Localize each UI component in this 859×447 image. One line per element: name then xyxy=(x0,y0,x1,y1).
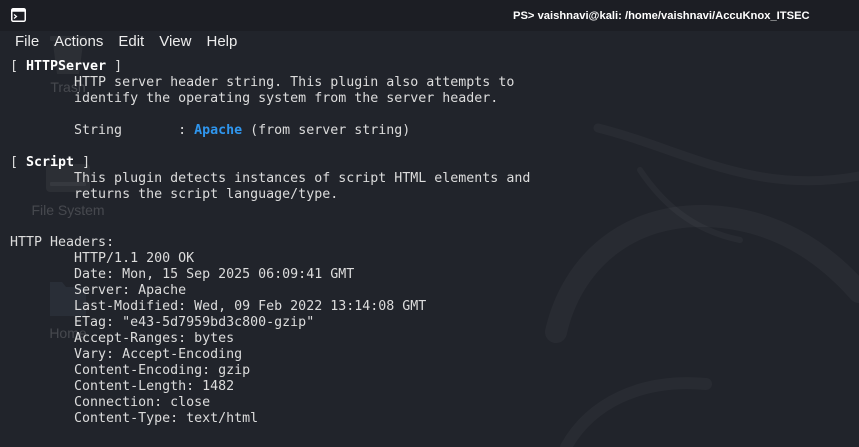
menu-file[interactable]: File xyxy=(15,31,39,53)
window-title: PS> vaishnavi@kali: /home/vaishnavi/Accu… xyxy=(513,10,810,22)
menu-help[interactable]: Help xyxy=(206,31,237,53)
field-value: Apache xyxy=(194,123,243,138)
bracket-close: ] xyxy=(82,155,91,170)
plugin-description-line: returns the script language/type. xyxy=(10,187,850,203)
header-line: Content-Length: 1482 xyxy=(10,379,850,395)
terminal-icon xyxy=(11,8,26,22)
field-note: (from server string) xyxy=(250,123,411,138)
header-text: Accept-Ranges: bytes xyxy=(74,331,235,346)
headers-title-text: HTTP Headers: xyxy=(10,235,115,250)
plugin-field-string: String : Apache (from server string) xyxy=(10,123,850,139)
headers-title: HTTP Headers: xyxy=(10,235,850,251)
header-line: Content-Encoding: gzip xyxy=(10,363,850,379)
plugin-description-line: This plugin detects instances of script … xyxy=(10,171,850,187)
menu-actions[interactable]: Actions xyxy=(54,31,103,53)
header-text: Date: Mon, 15 Sep 2025 06:09:41 GMT xyxy=(74,267,355,282)
header-text: Connection: close xyxy=(74,395,211,410)
header-text: Server: Apache xyxy=(74,283,187,298)
description-text: returns the script language/type. xyxy=(74,187,339,202)
plugin-heading-httpserver: [ HTTPServer ] xyxy=(10,59,850,75)
header-line: Date: Mon, 15 Sep 2025 06:09:41 GMT xyxy=(10,267,850,283)
header-line: Connection: close xyxy=(10,395,850,411)
field-label: String xyxy=(74,123,123,138)
bracket-close: ] xyxy=(114,59,123,74)
plugin-heading-script: [ Script ] xyxy=(10,155,850,171)
header-text: HTTP/1.1 200 OK xyxy=(74,251,195,266)
header-text: Content-Encoding: gzip xyxy=(74,363,251,378)
header-line: Vary: Accept-Encoding xyxy=(10,347,850,363)
plugin-description-line: identify the operating system from the s… xyxy=(10,91,850,107)
plugin-description-line: HTTP server header string. This plugin a… xyxy=(10,75,850,91)
header-line: Last-Modified: Wed, 09 Feb 2022 13:14:08… xyxy=(10,299,850,315)
header-line: Accept-Ranges: bytes xyxy=(10,331,850,347)
bracket-open: [ xyxy=(10,59,19,74)
description-text: This plugin detects instances of script … xyxy=(74,171,531,186)
plugin-name: Script xyxy=(26,155,75,170)
plugin-name: HTTPServer xyxy=(26,59,107,74)
field-separator: : xyxy=(178,123,187,138)
terminal-output[interactable]: [ HTTPServer ] HTTP server header string… xyxy=(10,59,850,427)
menu-edit[interactable]: Edit xyxy=(118,31,144,53)
header-text: Content-Length: 1482 xyxy=(74,379,235,394)
header-text: Last-Modified: Wed, 09 Feb 2022 13:14:08… xyxy=(74,299,427,314)
bracket-open: [ xyxy=(10,155,19,170)
description-text: HTTP server header string. This plugin a… xyxy=(74,75,515,90)
description-text: identify the operating system from the s… xyxy=(74,91,499,106)
menu-view[interactable]: View xyxy=(159,31,191,53)
menu-bar: File Actions Edit View Help xyxy=(0,31,859,53)
header-line: Server: Apache xyxy=(10,283,850,299)
header-line: Content-Type: text/html xyxy=(10,411,850,427)
window-titlebar[interactable]: PS> vaishnavi@kali: /home/vaishnavi/Accu… xyxy=(0,0,859,31)
header-text: Content-Type: text/html xyxy=(74,411,259,426)
header-text: Vary: Accept-Encoding xyxy=(74,347,243,362)
header-line: HTTP/1.1 200 OK xyxy=(10,251,850,267)
header-text: ETag: "e43-5d7959bd3c800-gzip" xyxy=(74,315,315,330)
header-line: ETag: "e43-5d7959bd3c800-gzip" xyxy=(10,315,850,331)
